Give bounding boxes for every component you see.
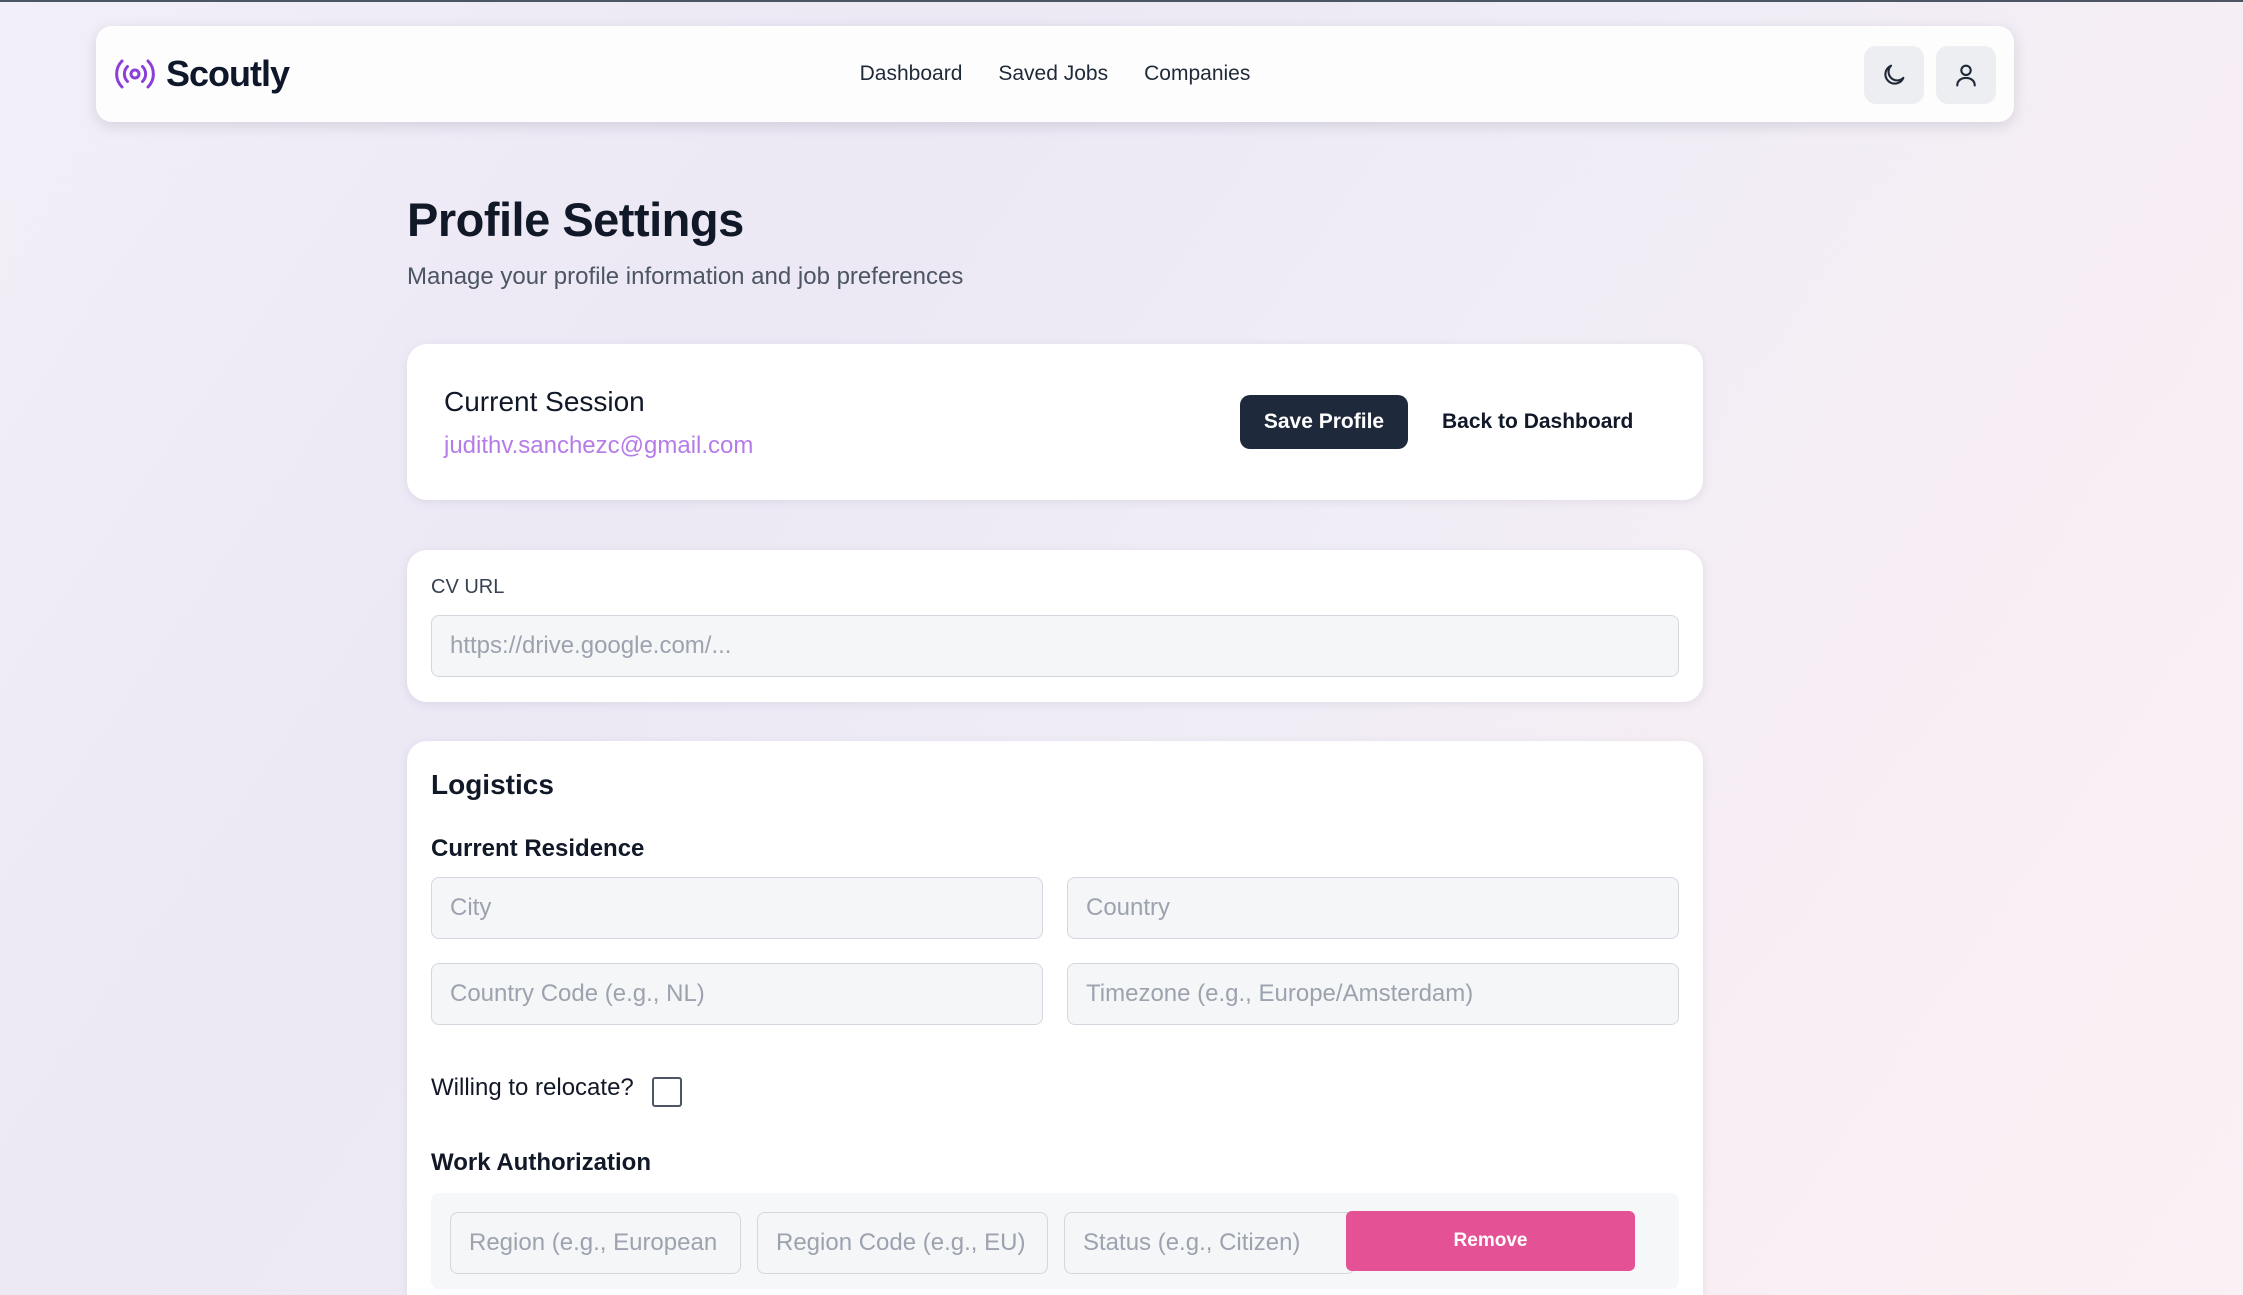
user-icon bbox=[1956, 64, 1976, 87]
region-code-placeholder: Region Code (e.g., EU) bbox=[776, 1229, 1026, 1256]
work-authorization-title: Work Authorization bbox=[431, 1149, 651, 1176]
country-input[interactable]: Country bbox=[1067, 877, 1679, 939]
session-card: Current Session judithv.sanchezc@gmail.c… bbox=[407, 344, 1703, 500]
country-placeholder: Country bbox=[1086, 894, 1171, 921]
timezone-placeholder: Timezone (e.g., Europe/Amsterdam) bbox=[1086, 980, 1474, 1007]
city-input[interactable]: City bbox=[431, 877, 1043, 939]
status-input[interactable]: Status (e.g., Citizen) bbox=[1064, 1212, 1355, 1274]
remove-button[interactable]: Remove bbox=[1346, 1211, 1635, 1271]
user-menu-button[interactable] bbox=[1936, 46, 1996, 104]
region-placeholder: Region (e.g., European Union) bbox=[469, 1229, 722, 1256]
brand-logo[interactable]: Scoutly bbox=[114, 26, 290, 122]
top-navbar: Scoutly Dashboard Saved Jobs Companies bbox=[96, 26, 2014, 122]
nav-links: Dashboard Saved Jobs Companies bbox=[96, 26, 2014, 122]
country-code-input[interactable]: Country Code (e.g., NL) bbox=[431, 963, 1043, 1025]
moon-icon bbox=[1884, 64, 1905, 85]
save-profile-button[interactable]: Save Profile bbox=[1240, 395, 1408, 449]
cv-url-label: CV URL bbox=[431, 576, 505, 598]
relocate-checkbox[interactable] bbox=[652, 1077, 682, 1107]
country-code-placeholder: Country Code (e.g., NL) bbox=[450, 980, 705, 1007]
broadcast-icon bbox=[115, 59, 155, 89]
nav-link-dashboard[interactable]: Dashboard bbox=[860, 62, 963, 86]
session-label: Current Session bbox=[444, 386, 645, 417]
logistics-card: Logistics Current Residence City Country… bbox=[407, 741, 1703, 1295]
back-to-dashboard-button[interactable]: Back to Dashboard bbox=[1442, 395, 1633, 449]
theme-toggle-button[interactable] bbox=[1864, 46, 1924, 104]
timezone-input[interactable]: Timezone (e.g., Europe/Amsterdam) bbox=[1067, 963, 1679, 1025]
nav-link-saved-jobs[interactable]: Saved Jobs bbox=[998, 62, 1108, 86]
relocate-label: Willing to relocate? bbox=[431, 1074, 634, 1101]
nav-link-companies[interactable]: Companies bbox=[1144, 62, 1250, 86]
cv-card: CV URL https://drive.google.com/... bbox=[407, 550, 1703, 702]
session-email: judithv.sanchezc@gmail.com bbox=[444, 432, 754, 459]
page-title: Profile Settings bbox=[407, 193, 744, 246]
city-placeholder: City bbox=[450, 894, 492, 921]
cv-url-placeholder: https://drive.google.com/... bbox=[450, 632, 732, 659]
cv-url-input[interactable]: https://drive.google.com/... bbox=[431, 615, 1679, 677]
status-placeholder: Status (e.g., Citizen) bbox=[1083, 1229, 1301, 1256]
current-residence-title: Current Residence bbox=[431, 835, 645, 862]
window-top-border bbox=[0, 0, 2243, 2]
brand-name: Scoutly bbox=[166, 53, 290, 94]
page-subtitle: Manage your profile information and job … bbox=[407, 263, 964, 290]
logistics-title: Logistics bbox=[431, 769, 554, 800]
region-code-input[interactable]: Region Code (e.g., EU) bbox=[757, 1212, 1048, 1274]
region-input[interactable]: Region (e.g., European Union) bbox=[450, 1212, 741, 1274]
